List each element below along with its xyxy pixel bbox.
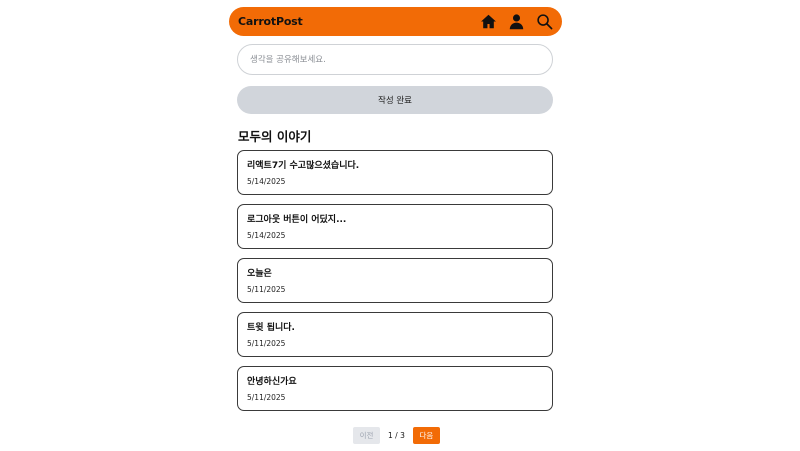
- post-card[interactable]: 로그아웃 버튼이 어딨지... 5/14/2025: [237, 204, 553, 249]
- app-logo[interactable]: CarrotPost: [238, 15, 303, 28]
- post-date: 5/14/2025: [247, 177, 286, 186]
- app: CarrotPost 작성 완료 모두의 이야기 리액트7기 수고많으셨습니다.…: [0, 0, 800, 451]
- post-date: 5/14/2025: [247, 231, 286, 240]
- header-bar: CarrotPost: [229, 7, 562, 36]
- post-date: 5/11/2025: [247, 393, 286, 402]
- post-title: 안녕하신가요: [247, 377, 297, 387]
- search-icon[interactable]: [536, 13, 553, 30]
- next-page-button[interactable]: 다음: [412, 427, 440, 444]
- post-card[interactable]: 안녕하신가요 5/11/2025: [237, 366, 553, 411]
- post-title: 트윗 됩니다.: [247, 323, 295, 333]
- user-icon[interactable]: [508, 13, 525, 30]
- post-title: 로그아웃 버튼이 어딨지...: [247, 215, 347, 225]
- post-card[interactable]: 오늘은 5/11/2025: [237, 258, 553, 303]
- home-icon[interactable]: [480, 13, 497, 30]
- prev-page-button[interactable]: 이전: [353, 427, 380, 444]
- post-card[interactable]: 트윗 됩니다. 5/11/2025: [237, 312, 553, 357]
- post-list: 리액트7기 수고많으셨습니다. 5/14/2025 로그아웃 버튼이 어딨지..…: [237, 150, 553, 420]
- post-title: 오늘은: [247, 269, 272, 279]
- post-input[interactable]: [237, 44, 553, 75]
- pagination: 이전 1 / 3 다음: [353, 427, 440, 444]
- feed-title: 모두의 이야기: [238, 129, 312, 144]
- post-title: 리액트7기 수고많으셨습니다.: [247, 161, 360, 171]
- post-date: 5/11/2025: [247, 339, 286, 348]
- submit-post-button[interactable]: 작성 완료: [237, 86, 553, 114]
- page-indicator: 1 / 3: [388, 431, 405, 440]
- post-card[interactable]: 리액트7기 수고많으셨습니다. 5/14/2025: [237, 150, 553, 195]
- post-date: 5/11/2025: [247, 285, 286, 294]
- header-nav: [480, 13, 553, 30]
